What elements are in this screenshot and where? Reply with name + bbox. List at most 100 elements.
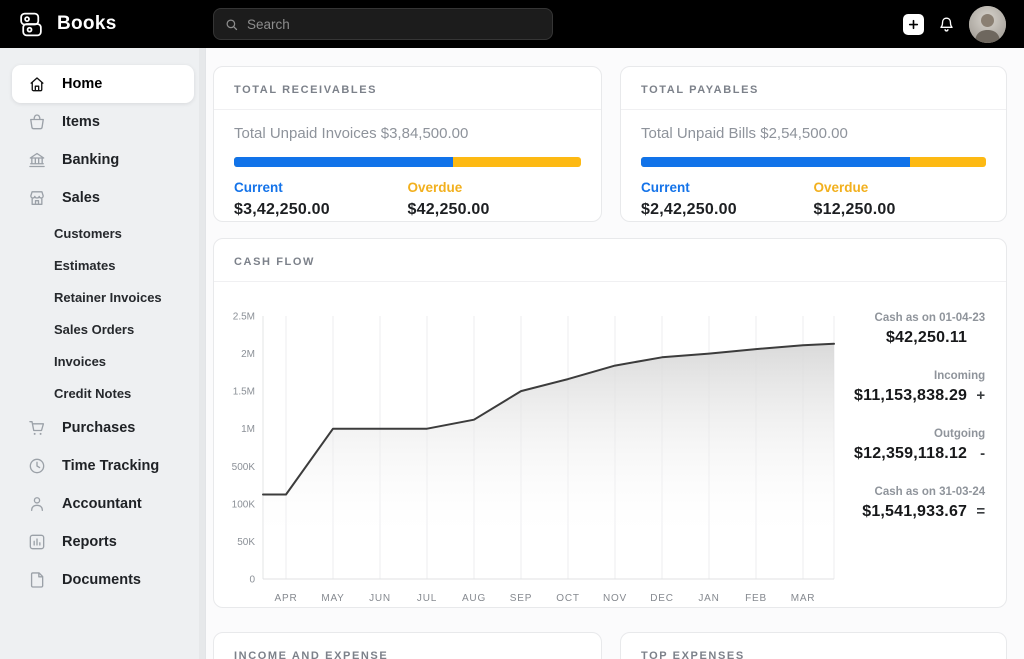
cashflow-summary-value: $11,153,838.29 bbox=[854, 387, 967, 405]
svg-text:MAY: MAY bbox=[321, 593, 344, 604]
sidebar-subitem-label: Sales Orders bbox=[54, 322, 134, 337]
sidebar-item-label: Home bbox=[62, 76, 102, 92]
cashflow-summary-operator: - bbox=[967, 445, 985, 462]
receivables-subtitle: Total Unpaid Invoices $3,84,500.00 bbox=[234, 125, 581, 142]
payables-subtitle: Total Unpaid Bills $2,54,500.00 bbox=[641, 125, 986, 142]
sidebar-subitem-customers[interactable]: Customers bbox=[12, 217, 194, 249]
sidebar-item-label: Time Tracking bbox=[62, 458, 159, 474]
brand: Books bbox=[16, 0, 117, 48]
cashflow-summary-label: Cash as on 31-03-24 bbox=[854, 486, 985, 498]
top-expenses-card: TOP EXPENSES bbox=[620, 632, 1007, 659]
payables-current-label: Current bbox=[641, 180, 814, 195]
user-avatar[interactable] bbox=[969, 6, 1006, 43]
total-receivables-card: TOTAL RECEIVABLES Total Unpaid Invoices … bbox=[213, 66, 602, 222]
payables-card-title: TOTAL PAYABLES bbox=[641, 84, 759, 96]
sidebar-item-accountant[interactable]: Accountant bbox=[12, 485, 194, 523]
home-icon bbox=[27, 74, 47, 94]
svg-text:JAN: JAN bbox=[698, 593, 719, 604]
app-window: Books bbox=[0, 0, 1024, 659]
cashflow-summary-row: Incoming $11,153,838.29+ bbox=[854, 370, 985, 405]
bell-icon bbox=[937, 14, 956, 35]
svg-text:2M: 2M bbox=[241, 349, 255, 360]
svg-text:AUG: AUG bbox=[462, 593, 486, 604]
svg-text:SEP: SEP bbox=[510, 593, 532, 604]
payables-overdue-value: $12,250.00 bbox=[814, 201, 987, 219]
sidebar-subitem-retainer-invoices[interactable]: Retainer Invoices bbox=[12, 281, 194, 313]
sidebar-subitem-label: Credit Notes bbox=[54, 386, 131, 401]
sidebar-subitem-label: Retainer Invoices bbox=[54, 290, 162, 305]
sidebar-item-items[interactable]: Items bbox=[12, 103, 194, 141]
cash-flow-card: CASH FLOW 050K100K500K1M1.5M2M2.5MAPRMAY… bbox=[213, 238, 1007, 608]
payables-current-fill bbox=[641, 157, 910, 167]
cashflow-summary-row: Outgoing$12,359,118.12- bbox=[854, 428, 985, 463]
cashflow-summary-operator: = bbox=[967, 503, 985, 520]
cashflow-summary-row: Cash as on 31-03-24$1,541,933.67= bbox=[854, 486, 985, 521]
payables-overdue-label: Overdue bbox=[814, 180, 987, 195]
svg-text:MAR: MAR bbox=[791, 593, 816, 604]
payables-progress-bar bbox=[641, 157, 986, 167]
cashflow-summary-row: Cash as on 01-04-23$42,250.11 bbox=[854, 312, 985, 347]
banking-icon bbox=[27, 150, 47, 170]
sidebar-item-banking[interactable]: Banking bbox=[12, 141, 194, 179]
sales-icon bbox=[27, 188, 47, 208]
cashflow-summary-value: $12,359,118.12 bbox=[854, 445, 967, 463]
svg-text:50K: 50K bbox=[237, 537, 255, 548]
income-and-expense-card: INCOME AND EXPENSE bbox=[213, 632, 602, 659]
receivables-current-value: $3,42,250.00 bbox=[234, 201, 408, 219]
search-icon bbox=[224, 17, 239, 32]
sidebar-item-label: Reports bbox=[62, 534, 117, 550]
svg-text:500K: 500K bbox=[232, 462, 256, 473]
total-payables-card: TOTAL PAYABLES Total Unpaid Bills $2,54,… bbox=[620, 66, 1007, 222]
cash-flow-summary: Cash as on 01-04-23$42,250.11 Incoming $11… bbox=[854, 282, 1007, 612]
sidebar-subitem-label: Customers bbox=[54, 226, 122, 241]
income-expense-card-title: INCOME AND EXPENSE bbox=[234, 650, 388, 659]
top-header: Books bbox=[0, 0, 1024, 48]
add-new-button[interactable] bbox=[903, 14, 924, 35]
svg-text:0: 0 bbox=[249, 575, 255, 586]
sidebar-gutter bbox=[199, 48, 205, 659]
avatar-photo bbox=[969, 6, 1006, 43]
svg-text:1.5M: 1.5M bbox=[233, 387, 255, 398]
sidebar-subitem-sales-orders[interactable]: Sales Orders bbox=[12, 313, 194, 345]
books-logo-icon bbox=[16, 11, 46, 38]
receivables-card-title: TOTAL RECEIVABLES bbox=[234, 84, 377, 96]
search-box[interactable] bbox=[213, 8, 553, 40]
sidebar-subitem-estimates[interactable]: Estimates bbox=[12, 249, 194, 281]
receivables-overdue-label: Overdue bbox=[408, 180, 582, 195]
items-icon bbox=[27, 112, 47, 132]
receivables-current-fill bbox=[234, 157, 453, 167]
notifications-button[interactable] bbox=[937, 14, 956, 35]
sidebar-subitem-label: Invoices bbox=[54, 354, 106, 369]
sidebar-item-documents[interactable]: Documents bbox=[12, 561, 194, 599]
sidebar-item-label: Sales bbox=[62, 190, 100, 206]
cash-flow-chart: 050K100K500K1M1.5M2M2.5MAPRMAYJUNJULAUGS… bbox=[214, 282, 854, 612]
payables-current-value: $2,42,250.00 bbox=[641, 201, 814, 219]
receivables-current-label: Current bbox=[234, 180, 408, 195]
sidebar-item-label: Banking bbox=[62, 152, 119, 168]
sidebar-item-sales[interactable]: Sales bbox=[12, 179, 194, 217]
svg-text:2.5M: 2.5M bbox=[233, 312, 255, 323]
receivables-overdue-value: $42,250.00 bbox=[408, 201, 582, 219]
cashflow-summary-label: Incoming bbox=[854, 370, 985, 382]
sidebar-item-home[interactable]: Home bbox=[12, 65, 194, 103]
accountant-icon bbox=[27, 494, 47, 514]
sidebar-item-label: Documents bbox=[62, 572, 141, 588]
search-input[interactable] bbox=[247, 17, 542, 32]
sidebar-item-label: Items bbox=[62, 114, 100, 130]
sidebar-subitem-invoices[interactable]: Invoices bbox=[12, 345, 194, 377]
sidebar-item-time-tracking[interactable]: Time Tracking bbox=[12, 447, 194, 485]
sidebar-item-purchases[interactable]: Purchases bbox=[12, 409, 194, 447]
receivables-progress-bar bbox=[234, 157, 581, 167]
cash-flow-card-title: CASH FLOW bbox=[234, 256, 315, 268]
sidebar-item-reports[interactable]: Reports bbox=[12, 523, 194, 561]
sidebar-subitem-credit-notes[interactable]: Credit Notes bbox=[12, 377, 194, 409]
plus-icon bbox=[907, 18, 920, 31]
cashflow-summary-value: $42,250.11 bbox=[886, 329, 967, 347]
app-title: Books bbox=[57, 13, 117, 35]
svg-text:1M: 1M bbox=[241, 424, 255, 435]
svg-text:JUL: JUL bbox=[417, 593, 437, 604]
svg-text:APR: APR bbox=[275, 593, 298, 604]
cashflow-summary-operator: + bbox=[967, 387, 985, 404]
svg-text:DEC: DEC bbox=[650, 593, 674, 604]
time-icon bbox=[27, 456, 47, 476]
